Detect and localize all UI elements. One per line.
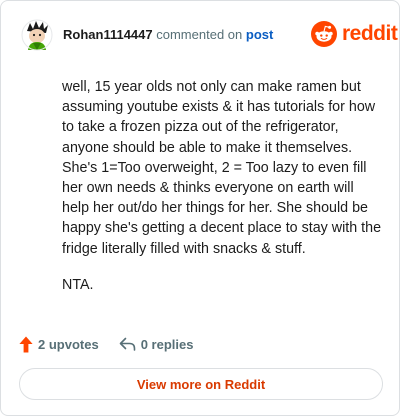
- comment-embed-card: Rohan1114447 commented on post reddit we…: [0, 0, 400, 416]
- action-text: commented on: [156, 27, 243, 42]
- reply-arrow-icon: [119, 337, 135, 351]
- view-more-button[interactable]: View more on Reddit: [19, 368, 383, 400]
- reddit-logo[interactable]: reddit: [311, 21, 398, 47]
- comment-paragraph: NTA.: [62, 276, 94, 293]
- comment-body: well, 15 year olds not only can make ram…: [62, 77, 382, 311]
- avatar-icon: [21, 19, 53, 51]
- reply-button[interactable]: 0 replies: [119, 336, 194, 352]
- reddit-snoo-icon: [311, 21, 337, 47]
- upvote-button[interactable]: 2 upvotes: [19, 336, 99, 353]
- username-link[interactable]: Rohan1114447: [63, 27, 153, 42]
- upvote-count: 2 upvotes: [38, 336, 99, 352]
- comment-paragraph: well, 15 year olds not only can make ram…: [62, 79, 382, 257]
- avatar[interactable]: [21, 19, 53, 51]
- post-link[interactable]: post: [246, 27, 273, 42]
- reply-count: 0 replies: [140, 336, 194, 352]
- comment-actions: 2 upvotes 0 replies: [19, 335, 193, 353]
- reddit-wordmark: reddit: [342, 22, 398, 45]
- comment-header: Rohan1114447 commented on post: [63, 27, 273, 43]
- upvote-arrow-icon: [19, 336, 33, 352]
